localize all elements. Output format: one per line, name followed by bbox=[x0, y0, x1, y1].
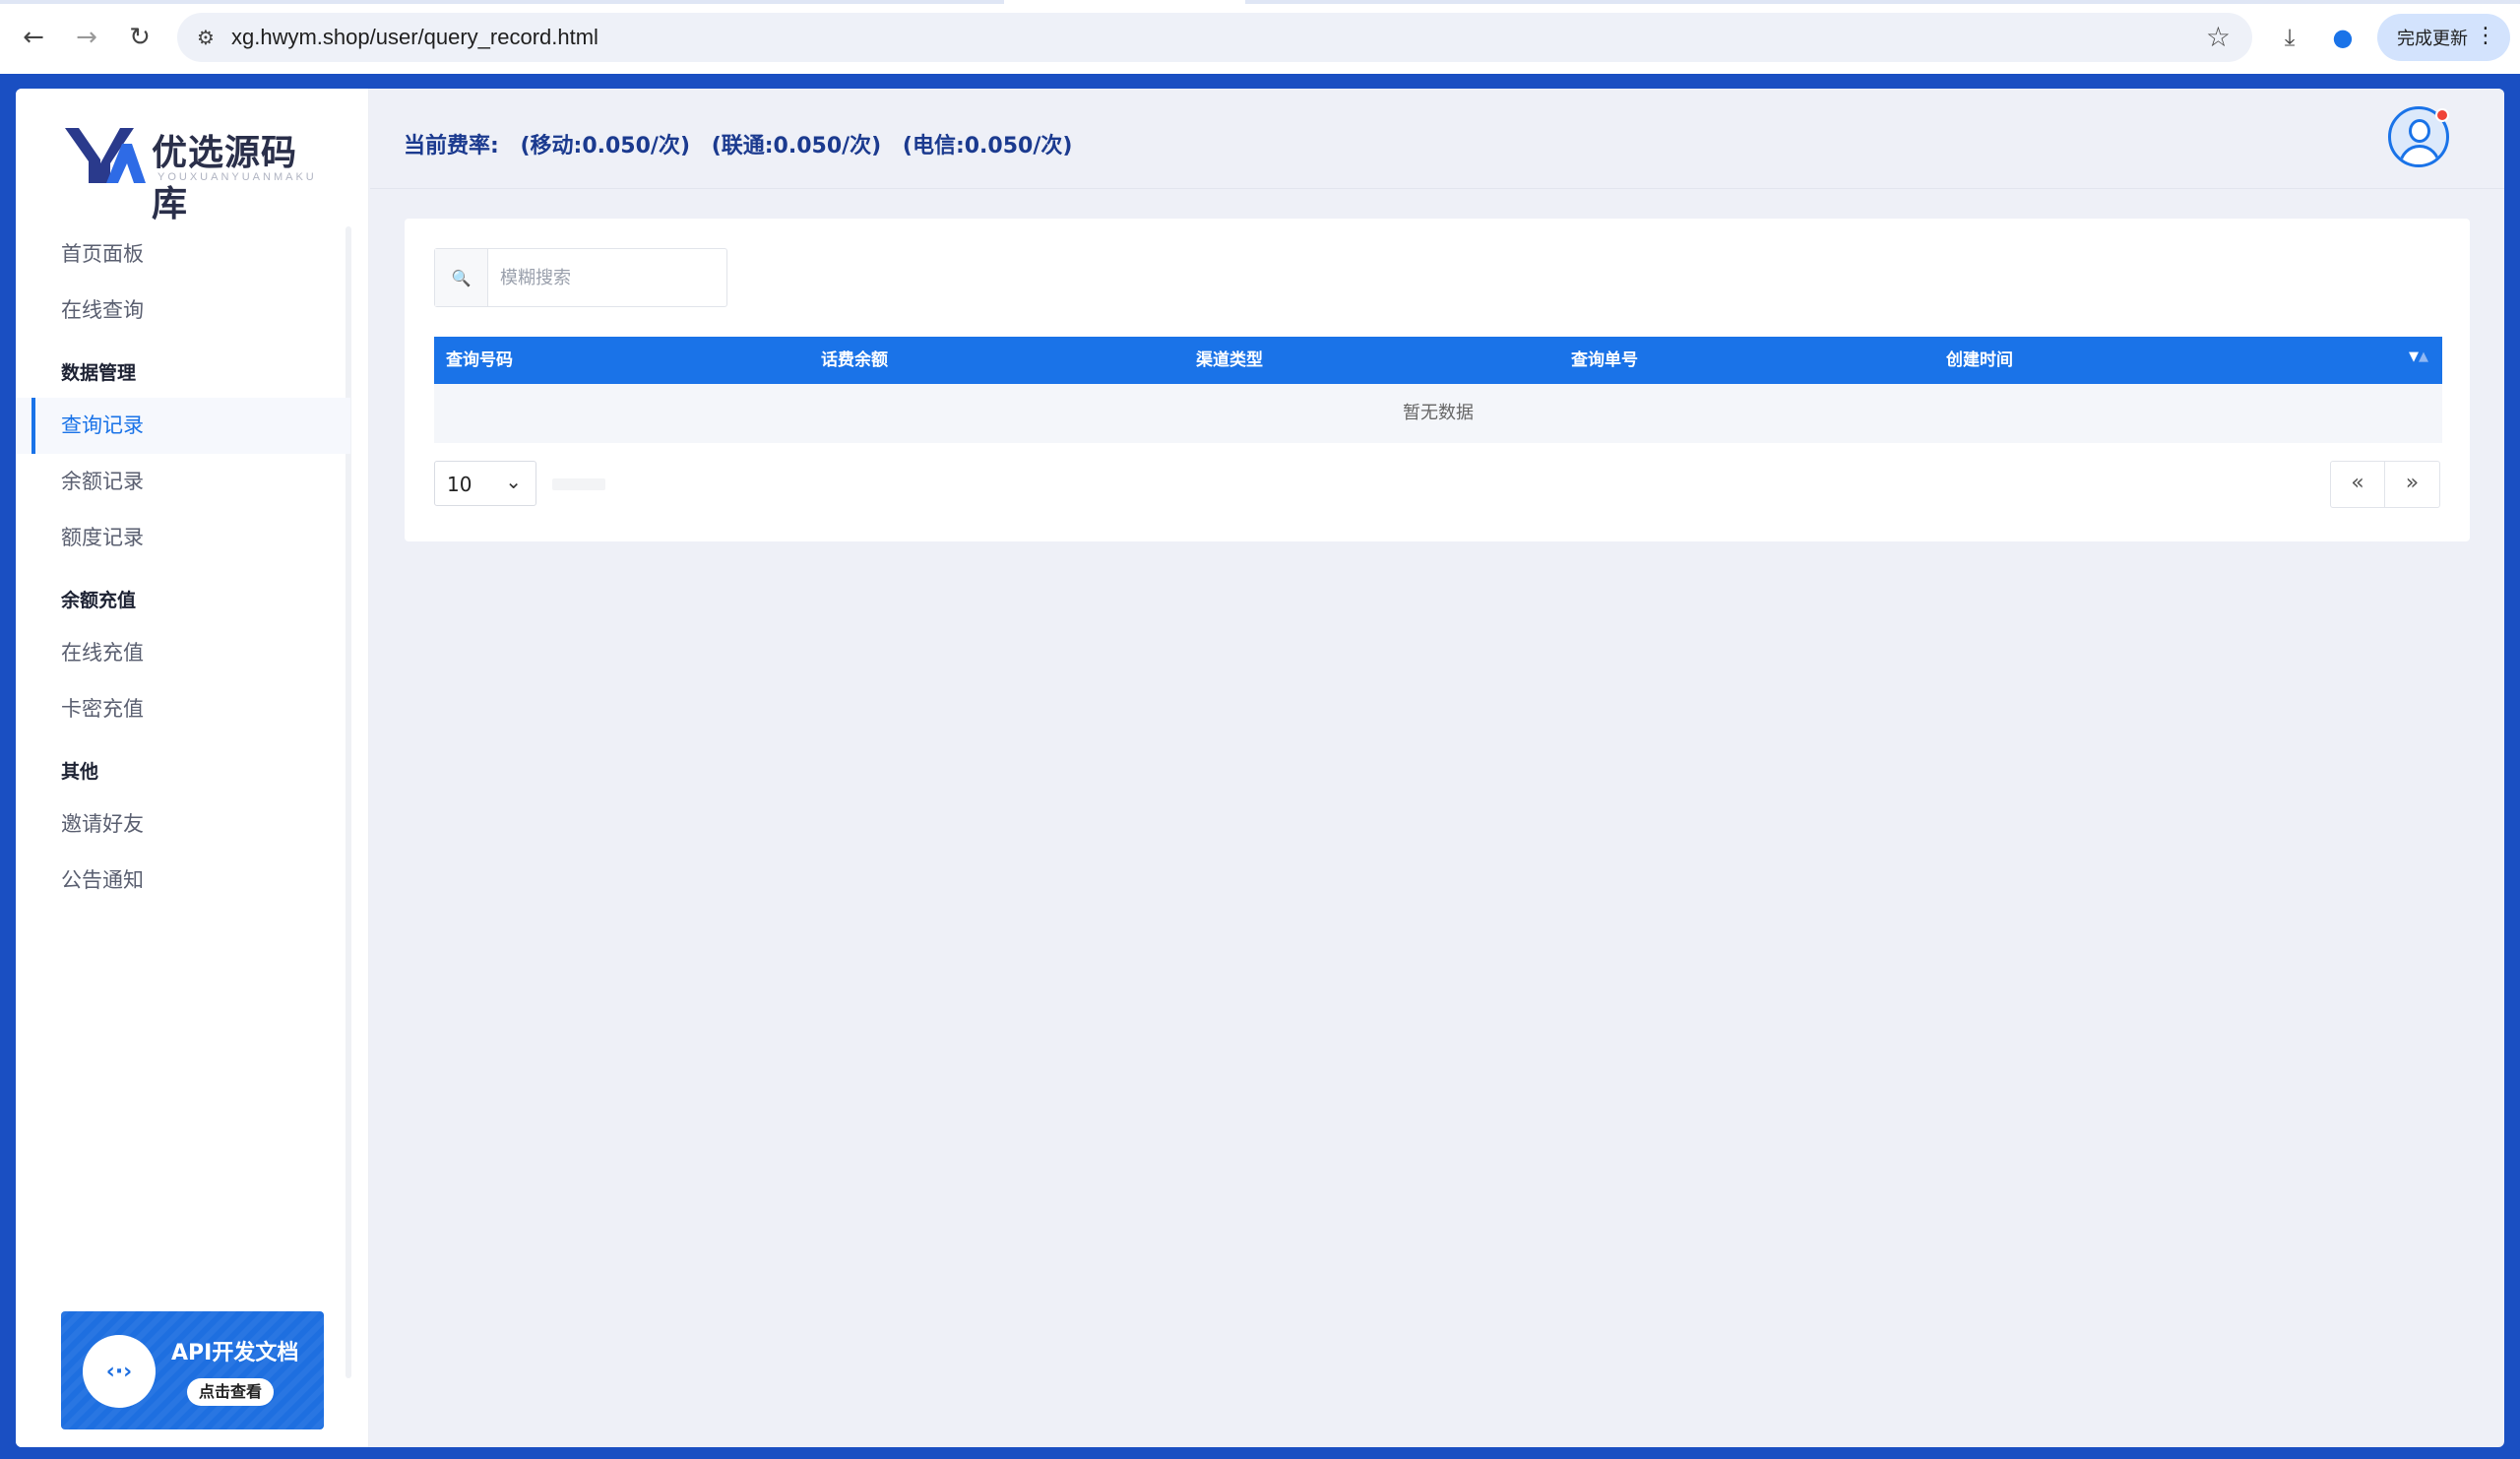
sort-icon[interactable]: ▼▲ bbox=[2409, 350, 2428, 363]
profile-icon[interactable]: ● bbox=[2323, 18, 2362, 57]
rate-telecom: (电信:0.050/次) bbox=[902, 134, 1073, 159]
column-header-order-no[interactable]: 查询单号 bbox=[1559, 337, 1934, 384]
sidebar-item-quota-record[interactable]: 额度记录 bbox=[16, 510, 350, 566]
sidebar-item-balance-record[interactable]: 余额记录 bbox=[16, 454, 350, 510]
column-header-balance[interactable]: 话费余额 bbox=[809, 337, 1184, 384]
next-page-button[interactable]: » bbox=[2385, 462, 2439, 507]
records-panel: 🔍 查询号码 话费余额 渠道类型 查询单号 创建时间 ▼▲ 暂无数据 10 ⌄ … bbox=[405, 219, 2470, 541]
records-table: 查询号码 话费余额 渠道类型 查询单号 创建时间 ▼▲ 暂无数据 bbox=[434, 337, 2442, 443]
menu-dots-icon[interactable]: ⋮ bbox=[2475, 24, 2496, 48]
header: 当前费率: (移动:0.050/次) (联通:0.050/次) (电信:0.05… bbox=[370, 89, 2504, 189]
browser-toolbar: ← → ↻ ⚙ xg.hwym.shop/user/query_record.h… bbox=[0, 0, 2520, 74]
table-header: 查询号码 话费余额 渠道类型 查询单号 创建时间 ▼▲ bbox=[434, 337, 2442, 384]
notification-dot bbox=[2435, 108, 2449, 122]
app-window: 优选源码库 YOUXUANYUANMAKU 首页面板 在线查询 数据管理 查询记… bbox=[16, 89, 2504, 1447]
page-size-value: 10 bbox=[447, 473, 472, 496]
logo-subtitle: YOUXUANYUANMAKU bbox=[158, 171, 317, 183]
logo[interactable]: 优选源码库 YOUXUANYUANMAKU bbox=[63, 124, 329, 224]
search-input[interactable] bbox=[500, 263, 717, 292]
api-docs-title: API开发文档 bbox=[171, 1341, 299, 1365]
code-icon: ‹·› bbox=[83, 1335, 156, 1408]
sidebar-item-online-query[interactable]: 在线查询 bbox=[16, 283, 350, 339]
sidebar-section-other: 其他 bbox=[61, 761, 99, 783]
pagination: « » bbox=[2330, 461, 2440, 508]
url-text[interactable]: xg.hwym.shop/user/query_record.html bbox=[231, 25, 598, 50]
reload-icon[interactable]: ↻ bbox=[120, 18, 159, 57]
chevron-down-icon: ⌄ bbox=[505, 470, 522, 493]
rate-mobile: (移动:0.050/次) bbox=[520, 134, 691, 159]
sidebar-item-invite-friends[interactable]: 邀请好友 bbox=[16, 796, 350, 853]
pager-info-placeholder bbox=[552, 478, 605, 490]
back-icon[interactable]: ← bbox=[14, 18, 53, 57]
prev-page-button[interactable]: « bbox=[2331, 462, 2386, 507]
sidebar-item-dashboard[interactable]: 首页面板 bbox=[16, 226, 350, 283]
page-size-select[interactable]: 10 ⌄ bbox=[434, 461, 536, 506]
avatar-head bbox=[2409, 119, 2430, 143]
update-button[interactable]: 完成更新 ⋮ bbox=[2377, 14, 2510, 61]
column-header-channel[interactable]: 渠道类型 bbox=[1184, 337, 1559, 384]
sidebar-section-data: 数据管理 bbox=[61, 362, 137, 384]
sidebar-item-online-recharge[interactable]: 在线充值 bbox=[16, 625, 350, 681]
column-header-created-at[interactable]: 创建时间 bbox=[1934, 337, 2309, 384]
empty-state: 暂无数据 bbox=[434, 384, 2442, 443]
avatar-body bbox=[2399, 145, 2440, 164]
active-tab[interactable] bbox=[1004, 0, 1245, 4]
sidebar: 优选源码库 YOUXUANYUANMAKU 首页面板 在线查询 数据管理 查询记… bbox=[16, 89, 369, 1447]
site-info-icon[interactable]: ⚙ bbox=[191, 23, 220, 52]
logo-mark-icon bbox=[65, 128, 146, 183]
rate-label: 当前费率: bbox=[404, 134, 499, 159]
api-docs-card[interactable]: ‹·› API开发文档 点击查看 bbox=[61, 1311, 324, 1429]
forward-icon[interactable]: → bbox=[67, 18, 106, 57]
download-icon[interactable]: ⤓ bbox=[2270, 18, 2309, 57]
rate-info: 当前费率: (移动:0.050/次) (联通:0.050/次) (电信:0.05… bbox=[404, 128, 1086, 159]
search-icon[interactable]: 🔍 bbox=[435, 249, 488, 306]
tab-strip bbox=[0, 0, 2520, 4]
rate-unicom: (联通:0.050/次) bbox=[711, 134, 882, 159]
address-bar[interactable]: ⚙ xg.hwym.shop/user/query_record.html ☆ bbox=[177, 13, 2252, 62]
search-box: 🔍 bbox=[434, 248, 727, 307]
sidebar-section-recharge: 余额充值 bbox=[61, 590, 137, 611]
sidebar-item-query-record[interactable]: 查询记录 bbox=[16, 398, 350, 454]
sidebar-item-card-recharge[interactable]: 卡密充值 bbox=[16, 681, 350, 737]
update-label: 完成更新 bbox=[2397, 29, 2468, 49]
api-docs-view-button[interactable]: 点击查看 bbox=[187, 1378, 274, 1406]
bookmark-star-icon[interactable]: ☆ bbox=[2206, 21, 2231, 53]
sidebar-menu: 首页面板 在线查询 数据管理 查询记录 余额记录 额度记录 余额充值 在线充值 … bbox=[16, 226, 350, 909]
sidebar-item-announcements[interactable]: 公告通知 bbox=[16, 853, 350, 909]
column-header-phone[interactable]: 查询号码 bbox=[434, 337, 809, 384]
